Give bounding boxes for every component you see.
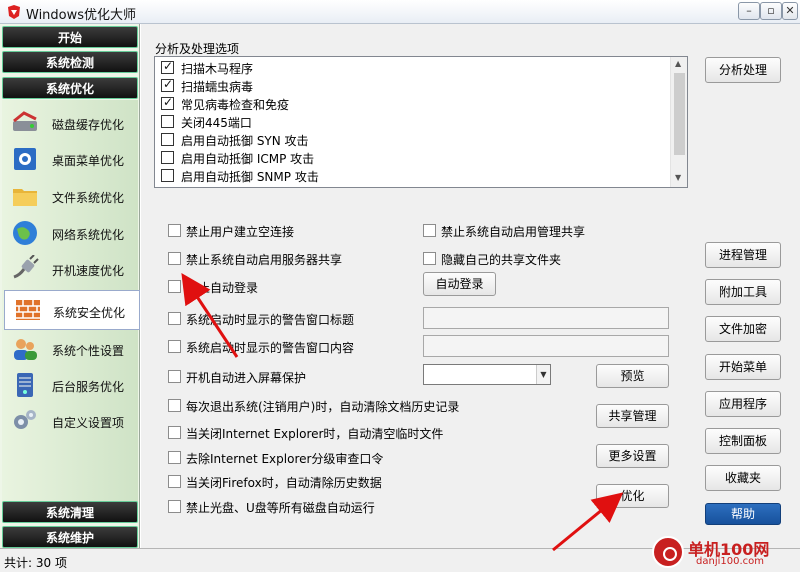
checkbox[interactable]	[168, 426, 181, 439]
more-settings-button[interactable]: 更多设置	[596, 444, 669, 468]
close-button[interactable]: ✕	[782, 2, 798, 20]
analyze-button[interactable]: 分析处理	[705, 57, 781, 83]
firewall-icon	[16, 300, 40, 320]
list-item[interactable]: 扫描蠕虫病毒	[161, 77, 661, 95]
start-menu-button[interactable]: 开始菜单	[705, 354, 781, 380]
analysis-group-label: 分析及处理选项	[155, 42, 240, 56]
plug-icon	[13, 255, 39, 279]
nav-item-label: 开机速度优化	[52, 264, 125, 278]
scroll-up-icon[interactable]: ▲	[675, 59, 681, 68]
checkbox[interactable]	[168, 252, 181, 265]
scroll-thumb[interactable]	[674, 73, 685, 155]
control-panel-button[interactable]: 控制面板	[705, 428, 781, 454]
checkbox[interactable]	[161, 133, 174, 146]
warn-title-field[interactable]	[423, 307, 669, 329]
nav-start[interactable]: 开始	[2, 26, 138, 48]
nav-item-security[interactable]: 系统安全优化	[4, 290, 140, 330]
checkbox[interactable]	[168, 312, 181, 325]
nav-item-label: 后台服务优化	[52, 380, 125, 394]
disk-cache-icon	[13, 111, 37, 131]
help-button[interactable]: 帮助	[705, 503, 781, 525]
checkbox[interactable]	[168, 340, 181, 353]
nav-item-file-system[interactable]: 文件系统优化	[2, 179, 138, 213]
nav-clean[interactable]: 系统清理	[2, 501, 138, 523]
maximize-button[interactable]: ▫	[760, 2, 782, 20]
checkbox[interactable]	[161, 115, 174, 128]
checkbox[interactable]	[161, 95, 174, 110]
watermark-url: danji100.com	[696, 556, 764, 567]
checkbox[interactable]	[168, 370, 181, 383]
users-icon	[14, 339, 37, 360]
left-nav: 开始 系统检测 系统优化 磁盘缓存优化 桌面菜单优化 文件系统优化 网络系统优化…	[0, 24, 140, 548]
favorites-button[interactable]: 收藏夹	[705, 465, 781, 491]
file-encrypt-button[interactable]: 文件加密	[705, 316, 781, 342]
nav-item-services[interactable]: 后台服务优化	[2, 368, 138, 402]
analysis-options-list[interactable]: 扫描木马程序 扫描蠕虫病毒 常见病毒检查和免疫 关闭445端口 启用自动抵御 S…	[154, 56, 688, 188]
checkbox[interactable]	[423, 224, 436, 237]
checkbox[interactable]	[168, 224, 181, 237]
nav-item-label: 文件系统优化	[52, 191, 125, 205]
desktop-menu-icon	[14, 148, 36, 170]
nav-item-personalize[interactable]: 系统个性设置	[2, 332, 138, 366]
share-manage-button[interactable]: 共享管理	[596, 404, 669, 428]
applications-button[interactable]: 应用程序	[705, 391, 781, 417]
checkbox[interactable]	[161, 59, 174, 74]
window-title: Windows优化大师	[26, 8, 137, 23]
minimize-button[interactable]: –	[738, 2, 760, 20]
gears-icon	[14, 410, 36, 429]
watermark-icon	[652, 536, 684, 568]
list-item[interactable]: 启用自动抵御 SYN 攻击	[161, 131, 661, 149]
nav-optimize-panel-lower: 系统个性设置 后台服务优化 自定义设置项	[2, 332, 138, 502]
watermark-logo: 单机100网 danji100.com	[652, 534, 800, 572]
checkbox[interactable]	[168, 451, 181, 464]
nav-item-label: 系统个性设置	[52, 344, 125, 358]
checkbox[interactable]	[168, 500, 181, 513]
nav-item-boot-speed[interactable]: 开机速度优化	[2, 252, 138, 286]
tools-button[interactable]: 附加工具	[705, 279, 781, 305]
app-logo-icon	[8, 5, 20, 19]
checkbox[interactable]	[168, 399, 181, 412]
title-bar: Windows优化大师 – ▫ ✕	[0, 0, 800, 24]
folder-icon	[13, 189, 37, 206]
checkbox[interactable]	[168, 280, 181, 293]
nav-item-desktop-menu[interactable]: 桌面菜单优化	[2, 142, 138, 176]
nav-detect[interactable]: 系统检测	[2, 51, 138, 73]
nav-item-label: 桌面菜单优化	[52, 154, 125, 168]
list-item[interactable]: 关闭445端口	[161, 113, 661, 131]
nav-optimize[interactable]: 系统优化	[2, 77, 138, 99]
nav-item-label: 磁盘缓存优化	[52, 118, 125, 132]
checkbox[interactable]	[161, 77, 174, 92]
warn-content-field[interactable]	[423, 335, 669, 357]
nav-item-custom[interactable]: 自定义设置项	[2, 404, 138, 438]
process-manager-button[interactable]: 进程管理	[705, 242, 781, 268]
screensaver-select[interactable]: ▼	[423, 364, 551, 385]
checkbox[interactable]	[423, 252, 436, 265]
autologon-button[interactable]: 自动登录	[423, 272, 496, 296]
status-count: 共计: 30 项	[4, 556, 67, 570]
preview-button[interactable]: 预览	[596, 364, 669, 388]
nav-item-disk-cache[interactable]: 磁盘缓存优化	[2, 106, 138, 140]
nav-maintain[interactable]: 系统维护	[2, 526, 138, 548]
list-item[interactable]: 扫描木马程序	[161, 59, 661, 77]
checkbox[interactable]	[168, 475, 181, 488]
globe-icon	[13, 221, 37, 245]
server-icon	[17, 373, 33, 397]
nav-item-label: 系统安全优化	[53, 306, 126, 320]
checkbox[interactable]	[161, 169, 174, 182]
list-scrollbar[interactable]: ▲ ▼	[670, 57, 687, 187]
nav-item-label: 自定义设置项	[52, 416, 125, 430]
optimize-button[interactable]: 优化	[596, 484, 669, 508]
nav-item-label: 网络系统优化	[52, 228, 125, 242]
list-item[interactable]: 启用自动抵御 ICMP 攻击	[161, 149, 661, 167]
list-item[interactable]: 常见病毒检查和免疫	[161, 95, 661, 113]
chevron-down-icon[interactable]: ▼	[536, 365, 550, 384]
checkbox[interactable]	[161, 151, 174, 164]
nav-item-network[interactable]: 网络系统优化	[2, 216, 138, 250]
list-item[interactable]: 启用自动抵御 SNMP 攻击	[161, 167, 661, 185]
scroll-down-icon[interactable]: ▼	[675, 173, 681, 182]
